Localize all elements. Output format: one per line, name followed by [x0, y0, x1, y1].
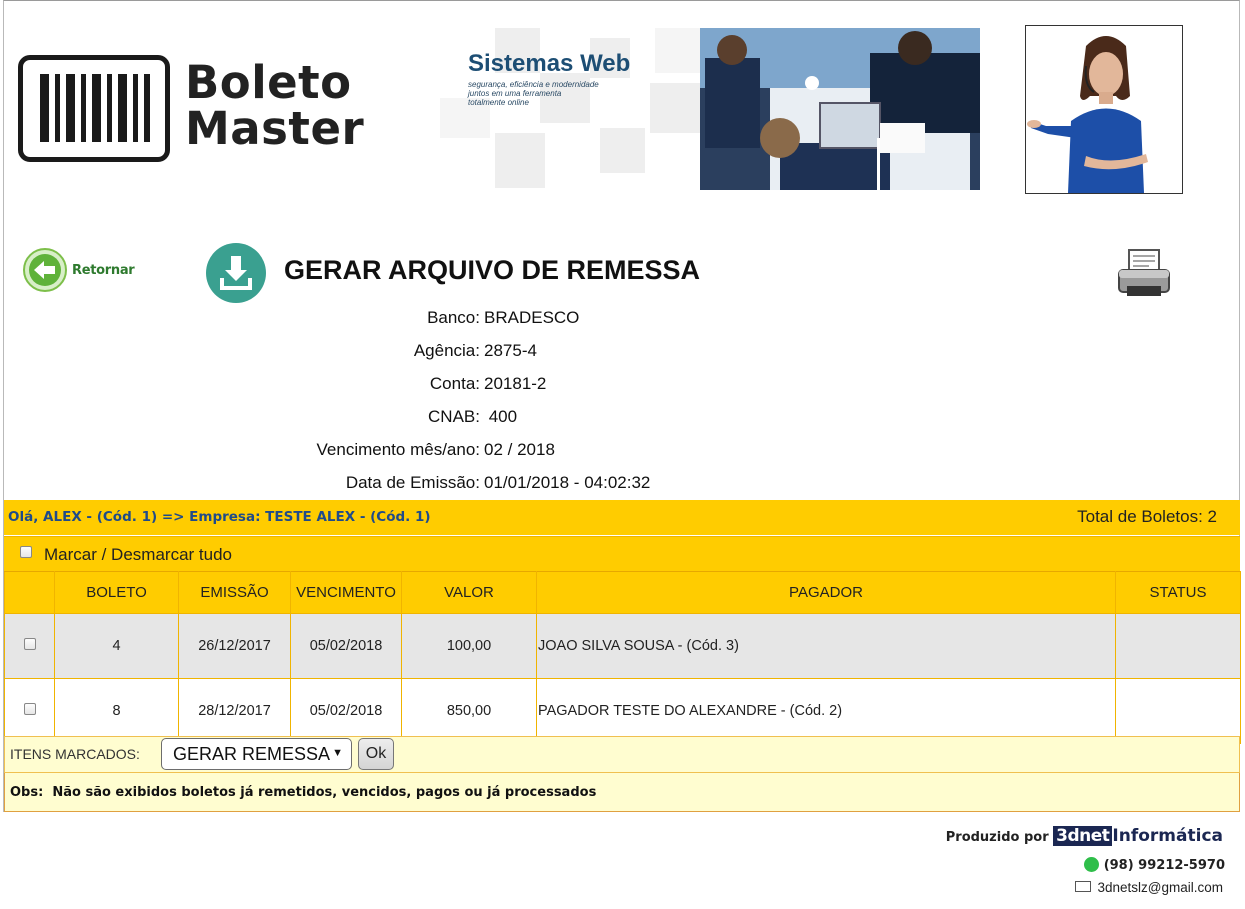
- logo-line-2: Master: [185, 102, 365, 155]
- obs-text: Obs: Não são exibidos boletos já remetid…: [10, 785, 597, 800]
- produced-by-label: Produzido por: [945, 830, 1049, 845]
- banner-subtitle-2: juntos em uma ferramenta: [468, 89, 562, 98]
- cell-emissao: 26/12/2017: [178, 613, 291, 679]
- info-label: Conta:: [429, 374, 480, 393]
- info-row-bank: Banco: BRADESCO: [0, 308, 1245, 332]
- cell-valor: 850,00: [401, 678, 537, 744]
- items-label: ITENS MARCADOS:: [10, 746, 140, 762]
- logo-line-1: Boleto: [185, 56, 352, 109]
- assistant-illustration: [1026, 26, 1182, 193]
- return-arrow-icon[interactable]: [22, 247, 68, 293]
- info-value: 02 / 2018: [484, 440, 555, 459]
- info-label: Banco:: [427, 308, 480, 327]
- col-header-valor: VALOR: [401, 571, 537, 614]
- table-header-row: BOLETO EMISSÃO VENCIMENTO VALOR PAGADOR …: [4, 571, 1241, 614]
- row-checkbox[interactable]: [23, 638, 36, 650]
- cell-vencimento: 05/02/2018: [290, 678, 402, 744]
- footer-phone: (98) 99212-5970: [1083, 857, 1225, 873]
- items-action-row: ITENS MARCADOS: GERAR REMESSA ▼ Ok: [4, 736, 1240, 773]
- cell-vencimento: 05/02/2018: [290, 613, 402, 679]
- table-row: 4 26/12/2017 05/02/2018 100,00 JOAO SILV…: [4, 613, 1241, 679]
- col-header-emissao: EMISSÃO: [178, 571, 291, 614]
- ok-button[interactable]: Ok: [358, 738, 394, 770]
- info-row-account: Conta: 20181-2: [0, 374, 1245, 398]
- info-row-issue-date: Data de Emissão: 01/01/2018 - 04:02:32: [0, 473, 1245, 497]
- total-boletos: Total de Boletos: 2: [1077, 507, 1217, 526]
- chevron-down-icon: ▼: [332, 747, 343, 759]
- obs-row: Obs: Não são exibidos boletos já remetid…: [4, 773, 1240, 812]
- info-row-agency: Agência: 2875-4: [0, 341, 1245, 365]
- assistant-photo: [1025, 25, 1183, 194]
- row-checkbox-cell: [4, 678, 55, 744]
- boletos-table: BOLETO EMISSÃO VENCIMENTO VALOR PAGADOR …: [4, 571, 1241, 744]
- envelope-icon: [1075, 881, 1092, 892]
- boleto-master-logo: [18, 55, 170, 162]
- banner-title: Sistemas Web: [468, 50, 631, 77]
- info-row-cnab: CNAB: 400: [0, 407, 1245, 431]
- banner-subtitle-3: totalmente online: [468, 98, 529, 107]
- produced-by: Produzido por 3dnet Informática: [946, 826, 1223, 846]
- logo-wordmark: Boleto Master: [185, 60, 364, 152]
- info-label: Vencimento mês/ano:: [316, 440, 480, 459]
- cell-boleto: 4: [54, 613, 179, 679]
- cell-valor: 100,00: [401, 613, 537, 679]
- footer-email: 3dnetslz@gmail.com: [1075, 880, 1223, 895]
- action-select-value: GERAR REMESSA: [173, 744, 331, 764]
- barcode-icon: [40, 74, 150, 142]
- page-title: GERAR ARQUIVO DE REMESSA: [284, 255, 701, 285]
- col-header-status: STATUS: [1115, 571, 1241, 614]
- cell-status: [1115, 678, 1241, 744]
- row-checkbox[interactable]: [23, 703, 36, 715]
- info-row-due: Vencimento mês/ano: 02 / 2018: [0, 440, 1245, 464]
- info-value: 2875-4: [484, 341, 537, 360]
- greeting-text: Olá, ALEX - (Cód. 1) => Empresa: TESTE A…: [8, 509, 431, 525]
- printer-icon[interactable]: [1115, 246, 1173, 300]
- info-label: CNAB:: [428, 407, 480, 426]
- cell-status: [1115, 613, 1241, 679]
- row-checkbox-cell: [4, 613, 55, 679]
- banner-subtitle-1: segurança, eficiência e modernidade: [468, 80, 599, 89]
- info-label: Data de Emissão:: [345, 473, 480, 492]
- brand-3dnet: 3dnet: [1053, 826, 1113, 846]
- cell-emissao: 28/12/2017: [178, 678, 291, 744]
- email-text[interactable]: 3dnetslz@gmail.com: [1097, 880, 1223, 895]
- col-header-select: [4, 571, 55, 614]
- brand-informatica: Informática: [1112, 826, 1223, 846]
- mark-all-checkbox[interactable]: [20, 546, 32, 558]
- whatsapp-icon: [1083, 857, 1099, 872]
- download-icon: [206, 243, 266, 303]
- info-value: 01/01/2018 - 04:02:32: [484, 473, 651, 492]
- info-value: 20181-2: [484, 374, 547, 393]
- info-label: Agência:: [413, 341, 480, 360]
- table-row: 8 28/12/2017 05/02/2018 850,00 PAGADOR T…: [4, 678, 1241, 744]
- col-header-boleto: BOLETO: [54, 571, 179, 614]
- mark-all-row: Marcar / Desmarcar tudo: [4, 536, 1240, 571]
- phone-text: (98) 99212-5970: [1103, 858, 1225, 873]
- return-button[interactable]: Retornar: [72, 263, 135, 278]
- cell-boleto: 8: [54, 678, 179, 744]
- action-select[interactable]: GERAR REMESSA ▼: [161, 738, 352, 770]
- info-value: BRADESCO: [484, 308, 580, 327]
- mark-all-label[interactable]: Marcar / Desmarcar tudo: [44, 545, 232, 565]
- cell-pagador: PAGADOR TESTE DO ALEXANDRE - (Cód. 2): [536, 678, 1116, 744]
- banner-subtitle: segurança, eficiência e modernidade junt…: [468, 80, 618, 107]
- cell-pagador: JOAO SILVA SOUSA - (Cód. 3): [536, 613, 1116, 679]
- col-header-pagador: PAGADOR: [536, 571, 1116, 614]
- col-header-vencimento: VENCIMENTO: [290, 571, 402, 614]
- info-value: 400: [484, 407, 518, 426]
